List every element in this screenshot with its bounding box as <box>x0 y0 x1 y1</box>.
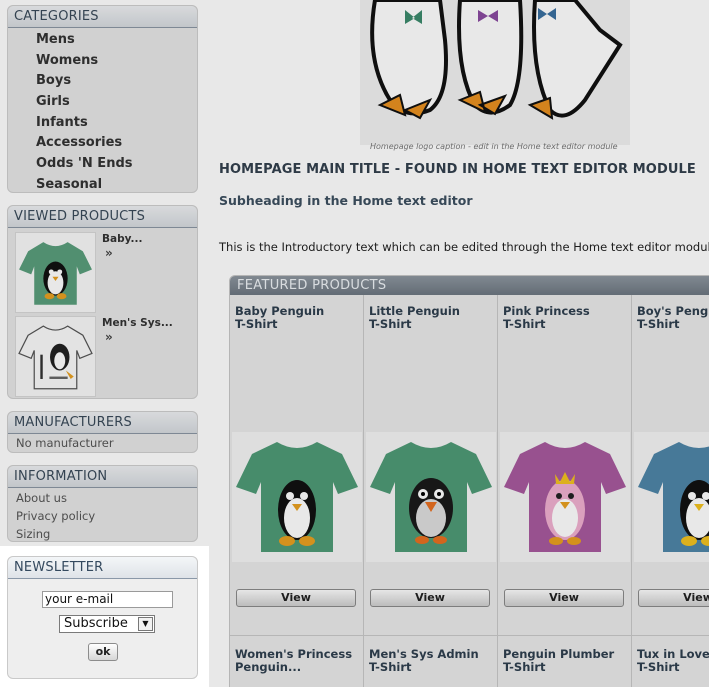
view-button[interactable]: View <box>504 589 624 607</box>
information-title: INFORMATION <box>8 466 197 488</box>
category-link-accessories[interactable]: Accessories <box>36 133 197 154</box>
product-card: Little Penguin T-Shirt View Men's Sys Adm… <box>364 295 498 687</box>
category-link-seasonal[interactable]: Seasonal <box>36 175 197 196</box>
category-link-boys[interactable]: Boys <box>36 71 197 92</box>
product-name-line: Baby Penguin <box>235 304 325 318</box>
product-name-line: T-Shirt <box>503 660 546 674</box>
product-name-line: Women's Princess <box>235 647 353 661</box>
viewed-products-block: VIEWED PRODUCTS Baby... » Men's Sys... » <box>7 205 198 399</box>
product-image[interactable] <box>366 432 496 562</box>
product-name-line: Pink Princess <box>503 304 590 318</box>
about-us-link[interactable]: About us <box>8 489 197 507</box>
penguin-tshirt-icon <box>638 442 709 552</box>
logo-caption: Homepage logo caption - edit in the Home… <box>370 142 618 151</box>
product-image[interactable] <box>634 432 709 562</box>
categories-list: Mens Womens Boys Girls Infants Accessori… <box>8 28 197 200</box>
product-name-line: T-Shirt <box>637 317 680 331</box>
manufacturers-title: MANUFACTURERS <box>8 412 197 434</box>
penguin-tshirt-icon <box>19 242 92 305</box>
product-card: Boy's PenguinT-Shirt View Tux in LoveT-S… <box>632 295 709 687</box>
product-name-line: Little Penguin <box>369 304 460 318</box>
viewed-product-more-link[interactable]: » <box>105 246 113 260</box>
category-link-mens[interactable]: Mens <box>36 30 197 51</box>
penguin-tshirt-icon <box>236 442 358 552</box>
manufacturers-block: MANUFACTURERS No manufacturer <box>7 411 198 453</box>
viewed-product-more-link[interactable]: » <box>105 330 113 344</box>
product-name-line: T-Shirt <box>503 317 546 331</box>
intro-text: This is the Introductory text which can … <box>219 240 709 254</box>
category-link-girls[interactable]: Girls <box>36 92 197 113</box>
viewed-products-title: VIEWED PRODUCTS <box>8 206 197 228</box>
penguin-tshirt-icon <box>370 442 492 552</box>
page-title: HOMEPAGE MAIN TITLE - FOUND IN HOME TEXT… <box>219 162 696 177</box>
view-button[interactable]: View <box>638 589 709 607</box>
product-name-line: Tux in Love <box>637 647 709 661</box>
product-name[interactable]: Penguin Plumber T-Shirt <box>503 648 628 674</box>
product-name-line: T-Shirt <box>235 317 278 331</box>
penguin-tshirt-icon <box>504 442 626 552</box>
categories-title: CATEGORIES <box>8 6 197 28</box>
categories-block: CATEGORIES Mens Womens Boys Girls Infant… <box>7 5 198 193</box>
product-name-line: Men's Sys Admin <box>369 647 479 661</box>
product-name-line: Boy's Penguin <box>637 304 709 318</box>
viewed-product-name[interactable]: Men's Sys... <box>102 317 173 329</box>
product-name-line: T-Shirt <box>369 660 412 674</box>
product-name[interactable]: Women's Princess Penguin... <box>235 648 360 674</box>
product-name[interactable]: Pink Princess T-Shirt <box>503 305 628 331</box>
newsletter-action-select[interactable]: Subscribe ▼ <box>59 615 155 633</box>
information-block: INFORMATION About us Privacy policy Sizi… <box>7 465 198 542</box>
product-name[interactable]: Little Penguin T-Shirt <box>369 305 494 331</box>
viewed-product-name[interactable]: Baby... <box>102 233 142 245</box>
product-name[interactable]: Boy's PenguinT-Shirt <box>637 305 709 331</box>
product-image[interactable] <box>500 432 630 562</box>
newsletter-ok-button[interactable]: ok <box>88 643 118 661</box>
newsletter-title: NEWSLETTER <box>8 557 197 579</box>
product-name[interactable]: Tux in Love T-Shirt <box>637 648 709 674</box>
product-name-line: T-Shirt <box>369 317 412 331</box>
penguin-tshirt-icon <box>18 325 93 390</box>
product-name[interactable]: Men's Sys Admin T-Shirt <box>369 648 494 674</box>
row-divider <box>230 635 364 636</box>
featured-products-title: FEATURED PRODUCTS <box>230 276 709 295</box>
homepage-logo <box>360 0 630 145</box>
product-card: Baby Penguin T-Shirt View Women's Princes… <box>230 295 364 687</box>
row-divider <box>498 635 632 636</box>
row-divider <box>364 635 498 636</box>
product-name[interactable]: Baby Penguin T-Shirt <box>235 305 360 331</box>
no-manufacturer-text: No manufacturer <box>16 436 114 450</box>
featured-products-block: FEATURED PRODUCTS Baby Penguin T-Shirt Vi… <box>229 275 709 687</box>
penguins-logo-icon <box>370 0 623 120</box>
product-card: Pink Princess T-Shirt View Penguin Plumbe… <box>498 295 632 687</box>
viewed-product-image[interactable] <box>15 232 96 313</box>
category-link-womens[interactable]: Womens <box>36 51 197 72</box>
view-button[interactable]: View <box>370 589 490 607</box>
privacy-policy-link[interactable]: Privacy policy <box>8 507 197 525</box>
page-subheading: Subheading in the Home text editor <box>219 193 473 208</box>
category-link-infants[interactable]: Infants <box>36 113 197 134</box>
newsletter-select-value: Subscribe <box>64 616 128 631</box>
view-button[interactable]: View <box>236 589 356 607</box>
newsletter-block: NEWSLETTER your e-mail Subscribe ▼ ok <box>7 556 198 679</box>
product-name-line: T-Shirt <box>637 660 680 674</box>
row-divider <box>632 635 709 636</box>
newsletter-email-input[interactable]: your e-mail <box>42 591 173 608</box>
category-link-odds-n-ends[interactable]: Odds 'N Ends <box>36 154 197 175</box>
chevron-down-icon[interactable]: ▼ <box>138 617 153 631</box>
product-name-line: Penguin... <box>235 660 302 674</box>
sizing-link[interactable]: Sizing <box>8 525 197 543</box>
viewed-product-image[interactable] <box>15 316 96 397</box>
product-name-line: Penguin Plumber <box>503 647 615 661</box>
product-image[interactable] <box>232 432 362 562</box>
